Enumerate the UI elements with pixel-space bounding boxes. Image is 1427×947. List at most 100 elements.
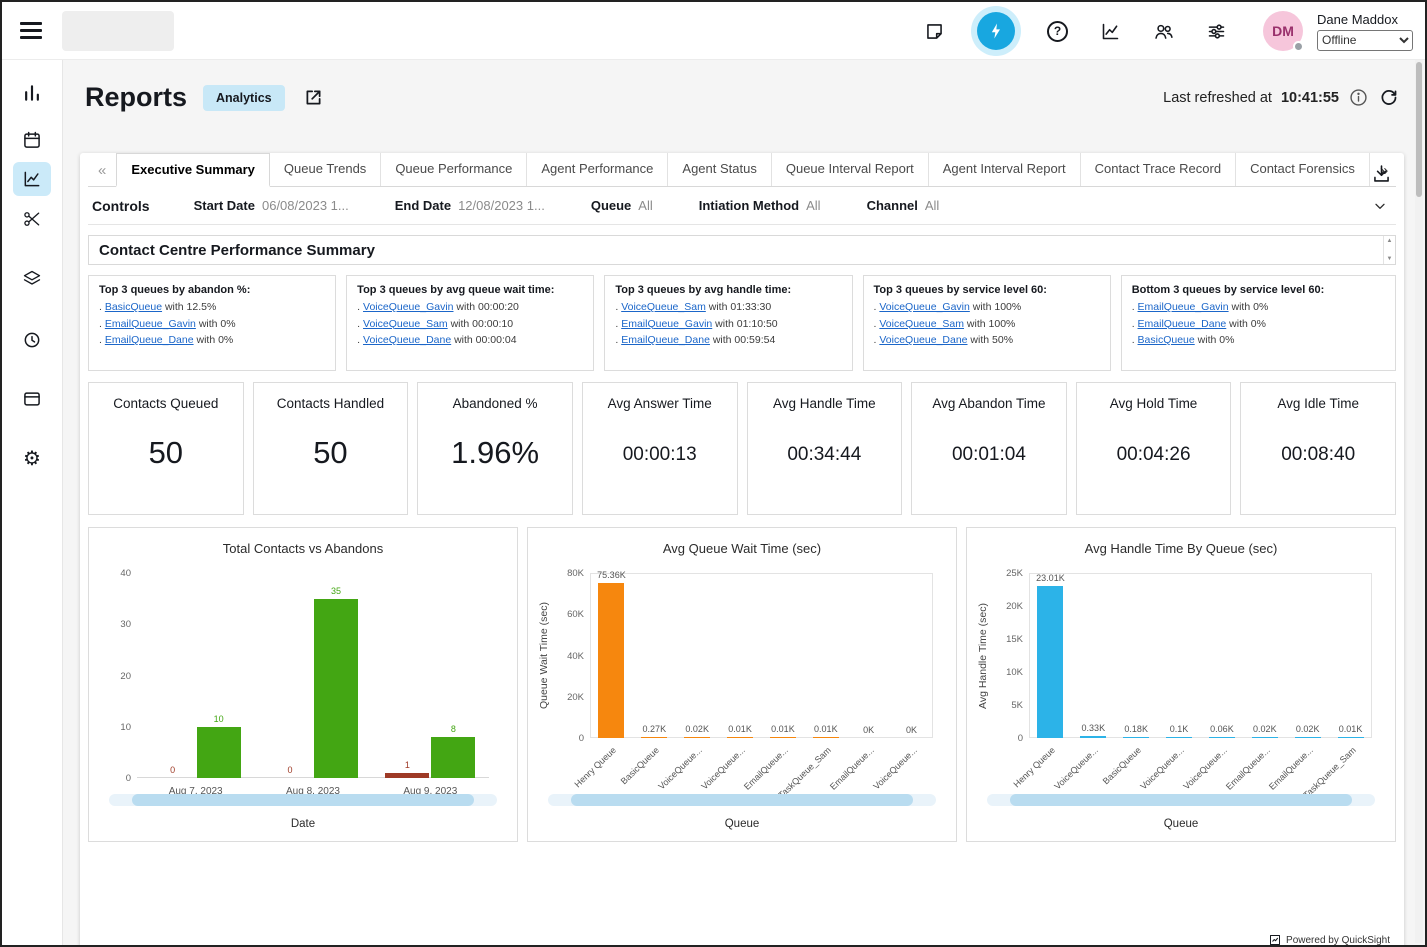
kpi-card-avg-hold-time: Avg Hold Time00:04:26 [1076,382,1232,515]
menu-icon[interactable] [20,18,42,44]
tabs-scroll-left-icon[interactable]: « [88,162,116,186]
kpi-label: Avg Handle Time [748,396,902,411]
bar[interactable] [1166,737,1192,738]
sliders-icon[interactable] [1206,21,1227,42]
filter-queue[interactable]: QueueAll [591,198,653,213]
controls-collapse-icon[interactable] [1372,198,1388,214]
chart-scrollbar-thumb[interactable] [571,794,912,806]
chart-scrollbar-thumb[interactable] [1010,794,1351,806]
tab-contact-forensics[interactable]: Contact Forensics [1236,153,1370,186]
chart-scrollbar[interactable] [548,794,936,806]
queue-link-voicequeue-gavin[interactable]: VoiceQueue_Gavin [879,301,969,313]
bar[interactable] [1037,586,1063,738]
queue-link-voicequeue-dane[interactable]: VoiceQueue_Dane [879,334,967,346]
filter-channel[interactable]: ChannelAll [867,198,940,213]
tab-agent-performance[interactable]: Agent Performance [527,153,668,186]
tab-queue-performance[interactable]: Queue Performance [381,153,527,186]
sidebar-item-schedule[interactable] [13,123,51,157]
bar[interactable] [1209,737,1235,738]
refresh-icon[interactable] [1378,87,1399,108]
queue-link-voicequeue-sam[interactable]: VoiceQueue_Sam [879,318,964,330]
sidebar-item-queues[interactable] [13,262,51,296]
bar[interactable] [598,583,624,738]
bar[interactable] [813,737,839,738]
queue-link-voicequeue-sam[interactable]: VoiceQueue_Sam [363,318,448,330]
chart-scrollbar[interactable] [987,794,1375,806]
line-chart-icon [22,169,42,189]
summary-scrollbar[interactable]: ▲ ▼ [1383,236,1395,264]
avatar-initials: DM [1272,23,1294,39]
y-tick-label: 60K [548,609,584,620]
window-icon [22,389,42,409]
help-icon[interactable]: ? [1047,21,1068,42]
summary-card-top-3-queues-by-abandon: Top 3 queues by abandon %:. BasicQueue w… [88,275,336,371]
queue-link-emailqueue-dane[interactable]: EmailQueue_Dane [621,334,710,346]
tab-agent-status[interactable]: Agent Status [668,153,771,186]
chart-card-avg-handle-time-by-queue-sec: Avg Handle Time By Queue (sec)Avg Handle… [966,527,1396,842]
tab-contact-trace-record[interactable]: Contact Trace Record [1081,153,1236,186]
page-title: Reports [85,82,187,113]
filter-start-date[interactable]: Start Date06/08/2023 1... [194,198,349,213]
tab-agent-interval-report[interactable]: Agent Interval Report [929,153,1081,186]
tab-queue-interval-report[interactable]: Queue Interval Report [772,153,929,186]
kpi-card-avg-answer-time: Avg Answer Time00:00:13 [582,382,738,515]
sidebar-item-reports[interactable] [13,162,51,196]
queue-link-emailqueue-gavin[interactable]: EmailQueue_Gavin [621,318,712,330]
summary-item: . VoiceQueue_Gavin with 00:00:20 [357,301,583,313]
queue-link-voicequeue-dane[interactable]: VoiceQueue_Dane [363,334,451,346]
bar[interactable] [197,727,241,778]
bar[interactable] [684,737,710,738]
tab-executive-summary[interactable]: Executive Summary [116,153,270,187]
queue-link-emailqueue-gavin[interactable]: EmailQueue_Gavin [1138,301,1229,313]
queue-link-basicqueue[interactable]: BasicQueue [105,301,162,313]
bar[interactable] [1295,737,1321,738]
kpi-label: Contacts Handled [254,396,408,411]
bar[interactable] [641,737,667,738]
bar[interactable] [727,737,753,738]
filter-end-date[interactable]: End Date12/08/2023 1... [395,198,545,213]
external-link-icon[interactable] [303,87,324,108]
notes-icon[interactable] [924,21,945,42]
queue-link-voicequeue-sam[interactable]: VoiceQueue_Sam [621,301,706,313]
page-scrollbar-thumb[interactable] [1416,62,1422,197]
bar[interactable] [431,737,475,778]
queue-link-basicqueue[interactable]: BasicQueue [1138,334,1195,346]
queue-link-emailqueue-dane[interactable]: EmailQueue_Dane [1138,318,1227,330]
download-icon[interactable] [1371,163,1392,184]
bar[interactable] [1252,737,1278,738]
queue-link-voicequeue-gavin[interactable]: VoiceQueue_Gavin [363,301,453,313]
scroll-up-icon[interactable]: ▲ [1387,238,1393,244]
summary-item: . EmailQueue_Gavin with 0% [99,318,325,330]
bar[interactable] [385,773,429,778]
page-scrollbar[interactable] [1415,60,1423,943]
info-icon[interactable] [1348,87,1369,108]
queue-link-emailqueue-dane[interactable]: EmailQueue_Dane [105,334,194,346]
sidebar-item-history[interactable] [13,323,51,357]
sidebar-item-settings[interactable]: ⚙ [13,442,51,476]
bar[interactable] [1080,736,1106,738]
x-axis-label: Date [89,818,517,830]
y-tick-label: 20K [987,601,1023,612]
status-select[interactable]: Offline [1317,30,1413,51]
bar[interactable] [1338,737,1364,738]
filter-intiation-method[interactable]: Intiation MethodAll [699,198,821,213]
kpi-card-abandoned: Abandoned %1.96% [417,382,573,515]
sidebar-item-flows[interactable] [13,202,51,236]
queue-link-emailqueue-gavin[interactable]: EmailQueue_Gavin [105,318,196,330]
tab-queue-trends[interactable]: Queue Trends [270,153,381,186]
flash-button[interactable] [977,12,1015,50]
bar-value-label: 10 [189,714,249,724]
avatar[interactable]: DM [1263,11,1303,51]
logo-placeholder [62,11,174,51]
chart-scrollbar[interactable] [109,794,497,806]
summary-card-title: Top 3 queues by avg handle time: [615,284,841,296]
sidebar-item-workspaces[interactable] [13,382,51,416]
bar[interactable] [770,737,796,738]
sidebar-item-dashboards[interactable] [13,76,51,110]
chart-scrollbar-thumb[interactable] [132,794,473,806]
metrics-icon[interactable] [1100,21,1121,42]
users-icon[interactable] [1153,21,1174,42]
bar[interactable] [1123,737,1149,738]
scroll-down-icon[interactable]: ▼ [1387,256,1393,262]
bar[interactable] [314,599,358,778]
